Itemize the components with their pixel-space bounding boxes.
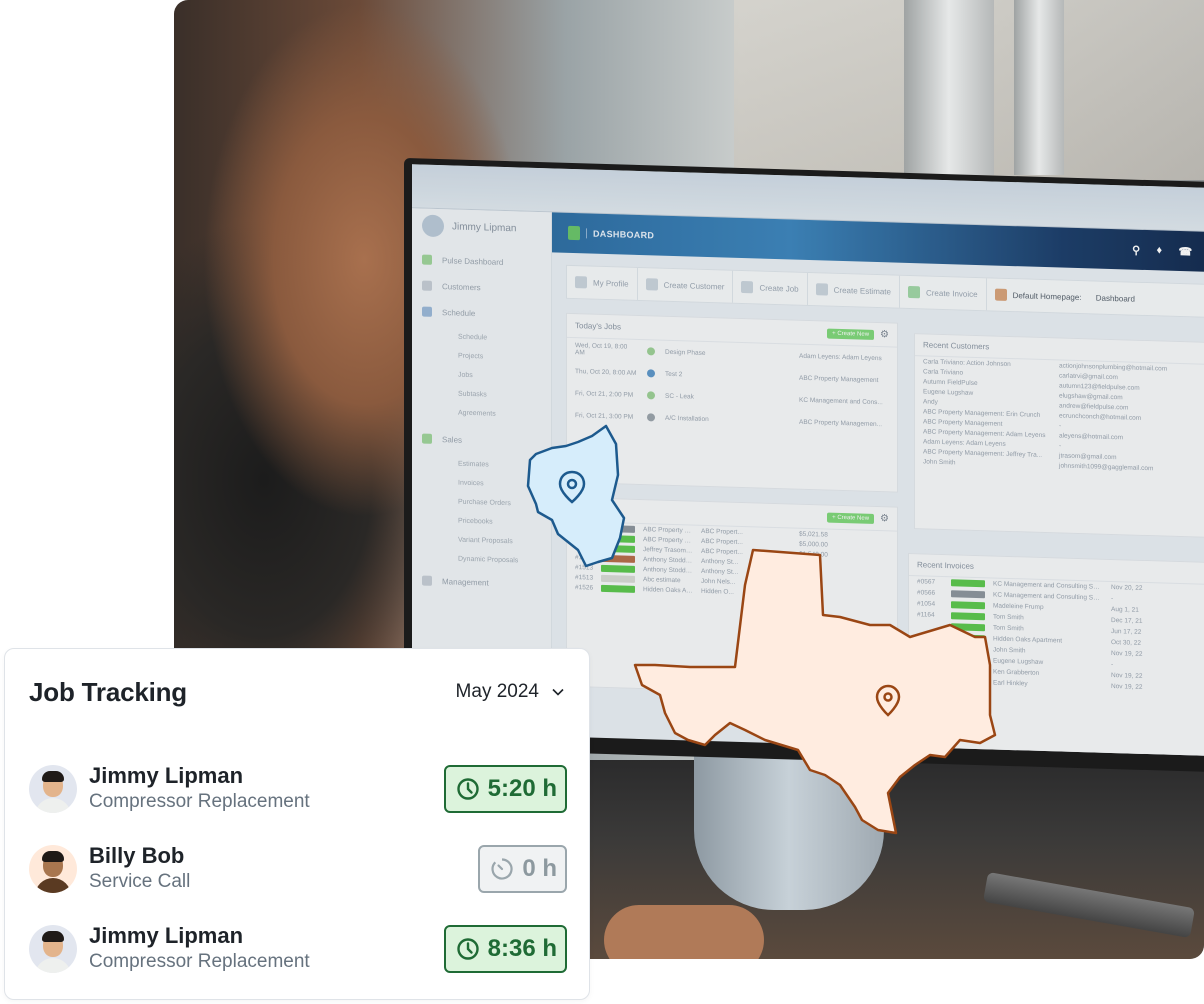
home-icon <box>994 288 1007 301</box>
create-new-estimate-button[interactable]: + Create New <box>827 512 875 524</box>
photo-pillar <box>1014 0 1064 175</box>
technician-name: Jimmy Lipman <box>89 923 244 948</box>
fieldpulse-logo-icon <box>568 225 580 241</box>
dashboard-title: DASHBOARD <box>586 228 655 241</box>
card-title: Job Tracking <box>29 677 187 707</box>
calendar-icon <box>422 306 432 317</box>
technician-name: Billy Bob <box>89 843 185 868</box>
timer-icon <box>491 858 513 880</box>
clock-icon <box>456 938 479 960</box>
management-icon <box>422 575 432 586</box>
job-tracking-row[interactable]: Jimmy Lipman Compressor Replacement 5:20… <box>29 763 567 815</box>
user-name: Jimmy Lipman <box>452 220 517 234</box>
create-customer-button[interactable]: Create Customer <box>637 267 734 303</box>
county-map-shape <box>526 424 626 568</box>
pulse-icon <box>422 254 432 265</box>
create-job-button[interactable]: Create Job <box>733 270 808 305</box>
job-status-dot <box>647 413 655 422</box>
sales-icon <box>422 433 432 444</box>
estimate-icon <box>815 283 828 296</box>
month-selector-value: May 2024 <box>455 681 539 702</box>
user-avatar <box>422 214 444 238</box>
invoice-icon <box>907 285 920 299</box>
phone-icon[interactable]: ☎ <box>1178 244 1192 257</box>
sidebar-subitem[interactable]: Subtasks <box>458 391 541 400</box>
time-badge: 0 h <box>478 845 567 893</box>
avatar <box>29 925 77 973</box>
my-profile-button[interactable]: My Profile <box>567 265 638 300</box>
texas-outline <box>633 548 997 835</box>
sidebar-item-customers[interactable]: Customers <box>422 280 541 295</box>
gear-icon[interactable]: ⚙ <box>880 329 889 340</box>
header-icons: ⚲ ♦ ☎ ↻ <box>1132 243 1204 259</box>
default-homepage-select[interactable]: Default Homepage: Dashboard⌄ <box>986 278 1204 318</box>
profile-icon <box>575 276 587 289</box>
search-icon[interactable]: ⚲ <box>1132 243 1140 256</box>
job-status-dot <box>647 347 655 356</box>
create-invoice-button[interactable]: Create Invoice <box>899 275 987 311</box>
job-tracking-card: Job Tracking May 2024 Jimmy Lipman Compr… <box>4 648 590 1000</box>
sidebar-subitem[interactable]: Projects <box>458 353 541 362</box>
sidebar-subitem[interactable]: Schedule <box>458 334 541 343</box>
gear-icon[interactable]: ⚙ <box>880 513 889 524</box>
job-type: Service Call <box>89 871 191 892</box>
time-value: 0 h <box>522 855 557 882</box>
photo-pillar <box>904 0 994 175</box>
sidebar-subitem[interactable]: Agreements <box>458 410 541 419</box>
recent-customers-panel: Recent Customers Carla Triviano: Action … <box>914 333 1204 539</box>
avatar <box>29 845 77 893</box>
time-value: 8:36 h <box>487 935 557 962</box>
customers-icon <box>422 280 432 291</box>
job-type: Compressor Replacement <box>89 791 310 812</box>
clock-icon <box>456 778 479 800</box>
job-tracking-row[interactable]: Billy Bob Service Call 0 h <box>29 843 567 895</box>
county-outline <box>526 424 626 568</box>
photo-hand <box>604 905 764 959</box>
sidebar-subitem[interactable]: Jobs <box>458 372 541 381</box>
sidebar-item-pulse-dashboard[interactable]: Pulse Dashboard <box>422 254 541 269</box>
avatar <box>29 765 77 813</box>
job-tracking-row[interactable]: Jimmy Lipman Compressor Replacement 8:36… <box>29 923 567 975</box>
job-status-dot <box>647 369 655 378</box>
job-status-dot <box>647 391 655 400</box>
month-selector[interactable]: May 2024 <box>456 681 565 703</box>
customer-card-icon <box>645 278 658 291</box>
texas-map-shape <box>633 548 997 835</box>
bell-icon[interactable]: ♦ <box>1157 244 1163 257</box>
quick-actions-bar: My Profile Create Customer Create Job Cr… <box>566 264 1204 319</box>
create-new-job-button[interactable]: + Create New <box>827 328 875 340</box>
chevron-down-icon <box>552 688 564 696</box>
job-type: Compressor Replacement <box>89 951 310 972</box>
create-estimate-button[interactable]: Create Estimate <box>807 272 900 308</box>
time-badge: 5:20 h <box>443 765 567 813</box>
sidebar-item-management[interactable]: Management <box>422 575 541 590</box>
tools-icon <box>741 281 754 294</box>
sidebar-item-schedule[interactable]: Schedule <box>422 306 541 321</box>
sidebar-user[interactable]: Jimmy Lipman <box>422 214 541 241</box>
time-badge: 8:36 h <box>443 925 567 973</box>
time-value: 5:20 h <box>487 775 557 802</box>
technician-name: Jimmy Lipman <box>89 763 244 788</box>
